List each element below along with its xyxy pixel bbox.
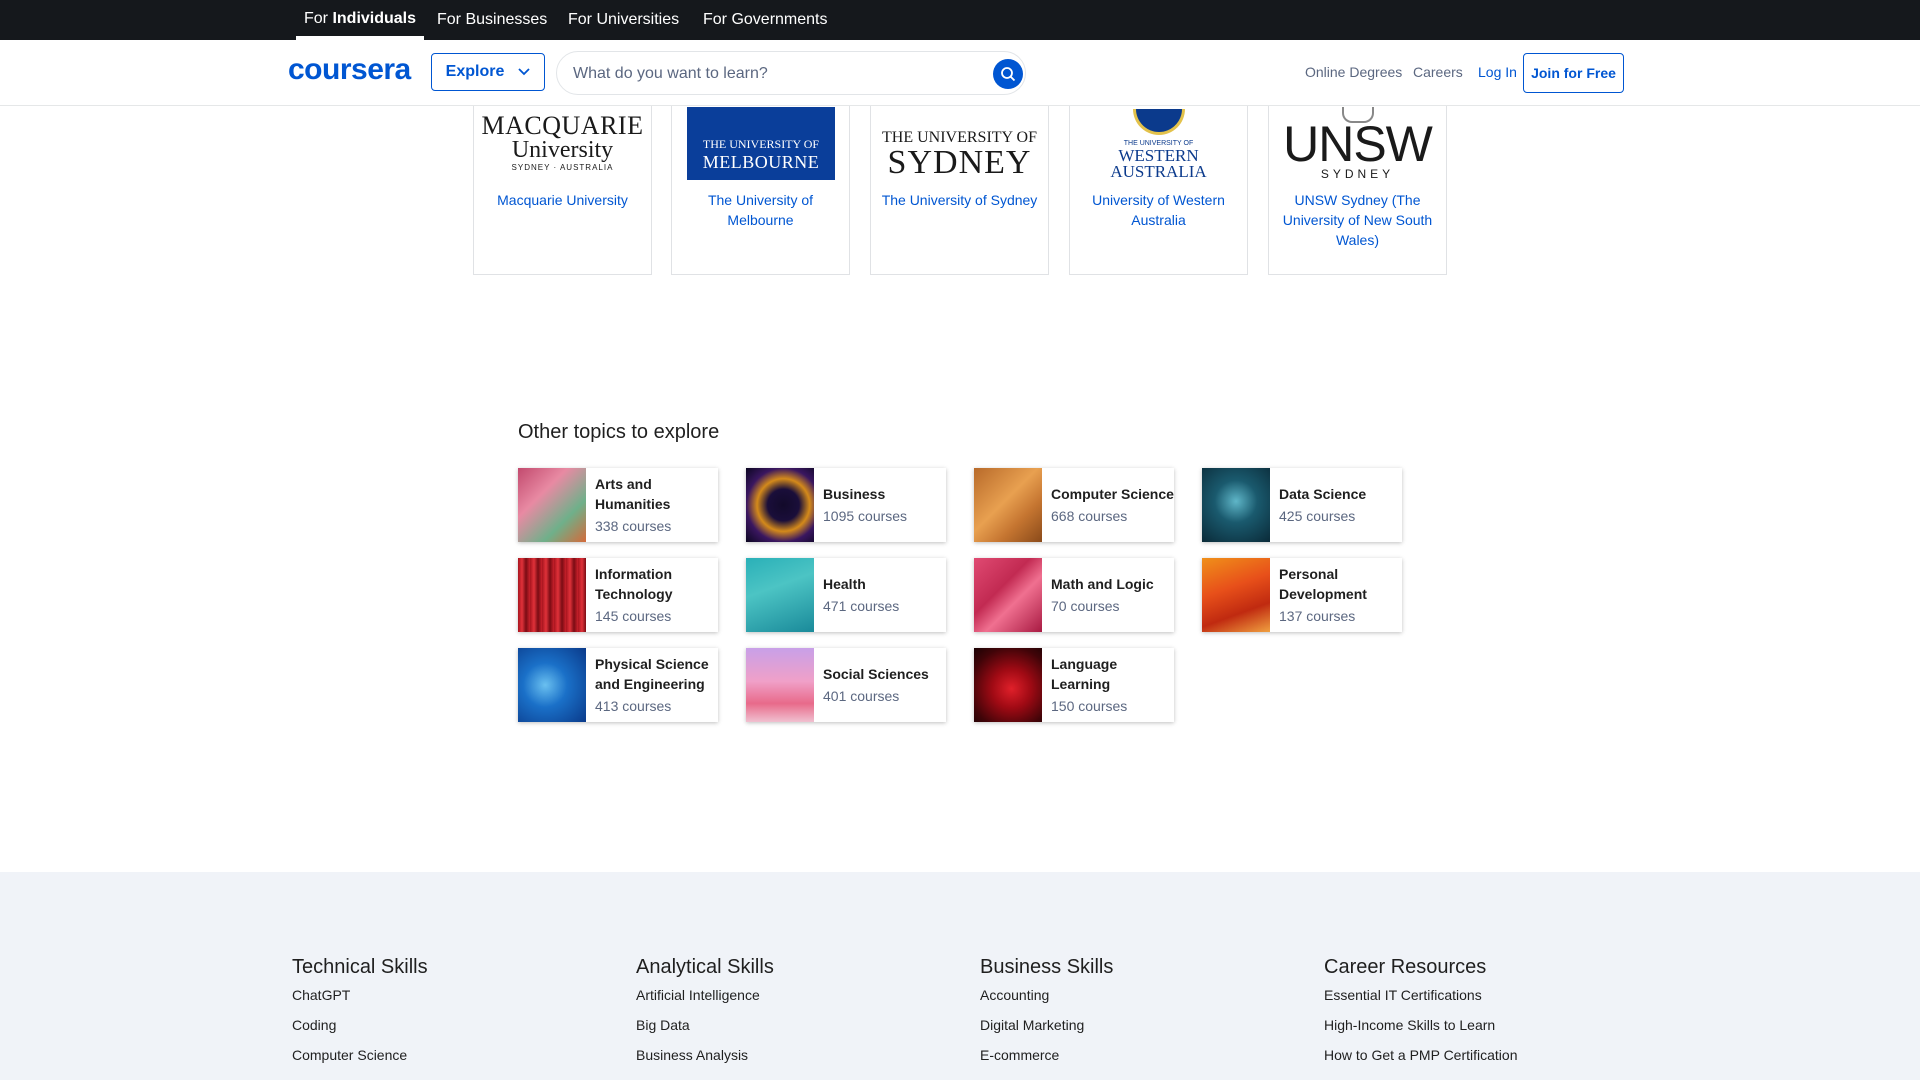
footer-link[interactable]: How to Learn Artificial Intelligence bbox=[1324, 1070, 1534, 1080]
macquarie-logo: MACQUARIE University SYDNEY · AUSTRALIA bbox=[481, 111, 644, 173]
topic-name: Math and Logic bbox=[1051, 576, 1154, 592]
topic-thumbnail bbox=[974, 648, 1042, 722]
topic-thumbnail bbox=[1202, 468, 1270, 542]
footer-column-title: Career Resources bbox=[1324, 956, 1487, 978]
melbourne-logo: THE UNIVERSITY OF MELBOURNE bbox=[687, 107, 835, 180]
footer-link[interactable]: Finance bbox=[980, 1070, 1113, 1080]
topic-name: Language Learning bbox=[1051, 656, 1118, 692]
footer-link[interactable]: Business Analysis bbox=[636, 1040, 774, 1070]
main-header: coursera Explore Online Degrees Careers … bbox=[0, 40, 1920, 106]
topic-card-social-sciences[interactable]: Social Sciences 401 courses bbox=[746, 648, 946, 722]
footer-link[interactable]: Accounting bbox=[980, 980, 1113, 1010]
footer-link[interactable]: High-Income Skills to Learn bbox=[1324, 1010, 1534, 1040]
topic-card-information-technology[interactable]: Information Technology 145 courses bbox=[518, 558, 718, 632]
topic-count: 401 courses bbox=[823, 688, 900, 704]
topic-count: 137 courses bbox=[1279, 608, 1356, 624]
topic-name: Business bbox=[823, 486, 886, 502]
topic-name: Personal Development bbox=[1279, 566, 1367, 602]
footer-link[interactable]: Cybersecurity bbox=[292, 1070, 428, 1080]
topic-thumbnail bbox=[974, 468, 1042, 542]
footer-link[interactable]: Data Analytics bbox=[636, 1070, 774, 1080]
topic-card-physical-science-and-engineering[interactable]: Physical Science and Engineering 413 cour… bbox=[518, 648, 718, 722]
search-button[interactable] bbox=[993, 59, 1023, 89]
footer-column-title: Technical Skills bbox=[292, 956, 428, 978]
topic-count: 1095 courses bbox=[823, 508, 908, 524]
uwa-logo: THE UNIVERSITY OF WESTERN AUSTRALIA bbox=[1110, 140, 1207, 181]
topic-count: 150 courses bbox=[1051, 698, 1128, 714]
topic-name: Arts and Humanities bbox=[595, 476, 671, 512]
topic-thumbnail bbox=[518, 468, 586, 542]
footer-link[interactable]: E-commerce bbox=[980, 1040, 1113, 1070]
footer-column-title: Business Skills bbox=[980, 956, 1114, 978]
topic-count: 145 courses bbox=[595, 608, 672, 624]
footer-link[interactable]: ChatGPT bbox=[292, 980, 428, 1010]
footer-link[interactable]: Big Data bbox=[636, 1010, 774, 1040]
audience-tab-businesses[interactable]: For Businesses bbox=[429, 0, 555, 40]
topic-name: Information Technology bbox=[595, 566, 673, 602]
topic-card-computer-science[interactable]: Computer Science 668 courses bbox=[974, 468, 1174, 542]
footer-column-career-resources: Career Resources Essential IT Certificat… bbox=[1324, 954, 1534, 1080]
topic-thumbnail bbox=[974, 558, 1042, 632]
footer-link[interactable]: How to Get a PMP Certification bbox=[1324, 1040, 1534, 1070]
topic-thumbnail bbox=[1202, 558, 1270, 632]
footer-column-title: Analytical Skills bbox=[636, 956, 774, 978]
university-name: University of Western Australia bbox=[1092, 192, 1225, 228]
sydney-logo: THE UNIVERSITY OF SYDNEY bbox=[882, 129, 1037, 181]
topic-name: Health bbox=[823, 576, 866, 592]
unsw-logo: UNSW SYDNEY bbox=[1283, 116, 1433, 181]
search-bar bbox=[556, 51, 1026, 95]
footer-column-analytical-skills: Analytical Skills Artificial Intelligenc… bbox=[636, 954, 774, 1080]
topic-card-health[interactable]: Health 471 courses bbox=[746, 558, 946, 632]
audience-tab-individuals[interactable]: For Individuals bbox=[296, 0, 425, 40]
topic-thumbnail bbox=[518, 558, 586, 632]
topic-card-language-learning[interactable]: Language Learning 150 courses bbox=[974, 648, 1174, 722]
topic-thumbnail bbox=[746, 468, 814, 542]
topic-name: Social Sciences bbox=[823, 666, 929, 682]
careers-link[interactable]: Careers bbox=[1413, 64, 1463, 80]
topic-thumbnail bbox=[518, 648, 586, 722]
footer-link[interactable]: Essential IT Certifications bbox=[1324, 980, 1534, 1010]
search-icon bbox=[1001, 67, 1016, 82]
login-link[interactable]: Log In bbox=[1478, 64, 1517, 80]
topic-card-arts-and-humanities[interactable]: Arts and Humanities 338 courses bbox=[518, 468, 718, 542]
footer-link[interactable]: Coding bbox=[292, 1010, 428, 1040]
footer-column-business-skills: Business Skills Accounting Digital Marke… bbox=[980, 954, 1113, 1080]
join-for-free-button[interactable]: Join for Free bbox=[1523, 53, 1624, 93]
audience-bar: For Individuals For Businesses For Unive… bbox=[0, 0, 1920, 40]
online-degrees-link[interactable]: Online Degrees bbox=[1305, 64, 1402, 80]
topic-card-math-and-logic[interactable]: Math and Logic 70 courses bbox=[974, 558, 1174, 632]
footer-column-technical-skills: Technical Skills ChatGPT Coding Computer… bbox=[292, 954, 428, 1080]
audience-tab-governments[interactable]: For Governments bbox=[695, 0, 835, 40]
topic-thumbnail bbox=[746, 558, 814, 632]
footer-link[interactable]: Digital Marketing bbox=[980, 1010, 1113, 1040]
topic-name: Physical Science and Engineering bbox=[595, 656, 709, 692]
topics-heading: Other topics to explore bbox=[518, 421, 720, 443]
footer-link[interactable]: Artificial Intelligence bbox=[636, 980, 774, 1010]
explore-button[interactable]: Explore bbox=[431, 53, 545, 91]
explore-label: Explore bbox=[445, 63, 505, 80]
coursera-logo[interactable]: coursera bbox=[288, 53, 411, 87]
topic-card-business[interactable]: Business 1095 courses bbox=[746, 468, 946, 542]
footer-link[interactable]: Computer Science bbox=[292, 1040, 428, 1070]
topic-count: 471 courses bbox=[823, 598, 900, 614]
topic-count: 338 courses bbox=[595, 518, 672, 534]
university-name: Macquarie University bbox=[497, 192, 628, 208]
search-input[interactable] bbox=[573, 62, 963, 86]
topic-card-data-science[interactable]: Data Science 425 courses bbox=[1202, 468, 1402, 542]
chevron-down-icon bbox=[518, 68, 530, 76]
uwa-crest-icon bbox=[1132, 109, 1185, 135]
topic-count: 425 courses bbox=[1279, 508, 1356, 524]
topic-name: Data Science bbox=[1279, 486, 1367, 502]
topic-count: 413 courses bbox=[595, 698, 672, 714]
topic-name: Computer Science bbox=[1051, 486, 1174, 502]
university-name: UNSW Sydney (The University of New South… bbox=[1282, 192, 1433, 248]
audience-tab-universities[interactable]: For Universities bbox=[560, 0, 687, 40]
footer: Technical Skills ChatGPT Coding Computer… bbox=[0, 872, 1920, 1080]
topic-count: 70 courses bbox=[1051, 598, 1120, 614]
university-name: The University of Sydney bbox=[881, 192, 1038, 208]
topic-card-personal-development[interactable]: Personal Development 137 courses bbox=[1202, 558, 1402, 632]
university-name: The University of Melbourne bbox=[707, 192, 814, 228]
topic-count: 668 courses bbox=[1051, 508, 1128, 524]
topic-thumbnail bbox=[746, 648, 814, 722]
